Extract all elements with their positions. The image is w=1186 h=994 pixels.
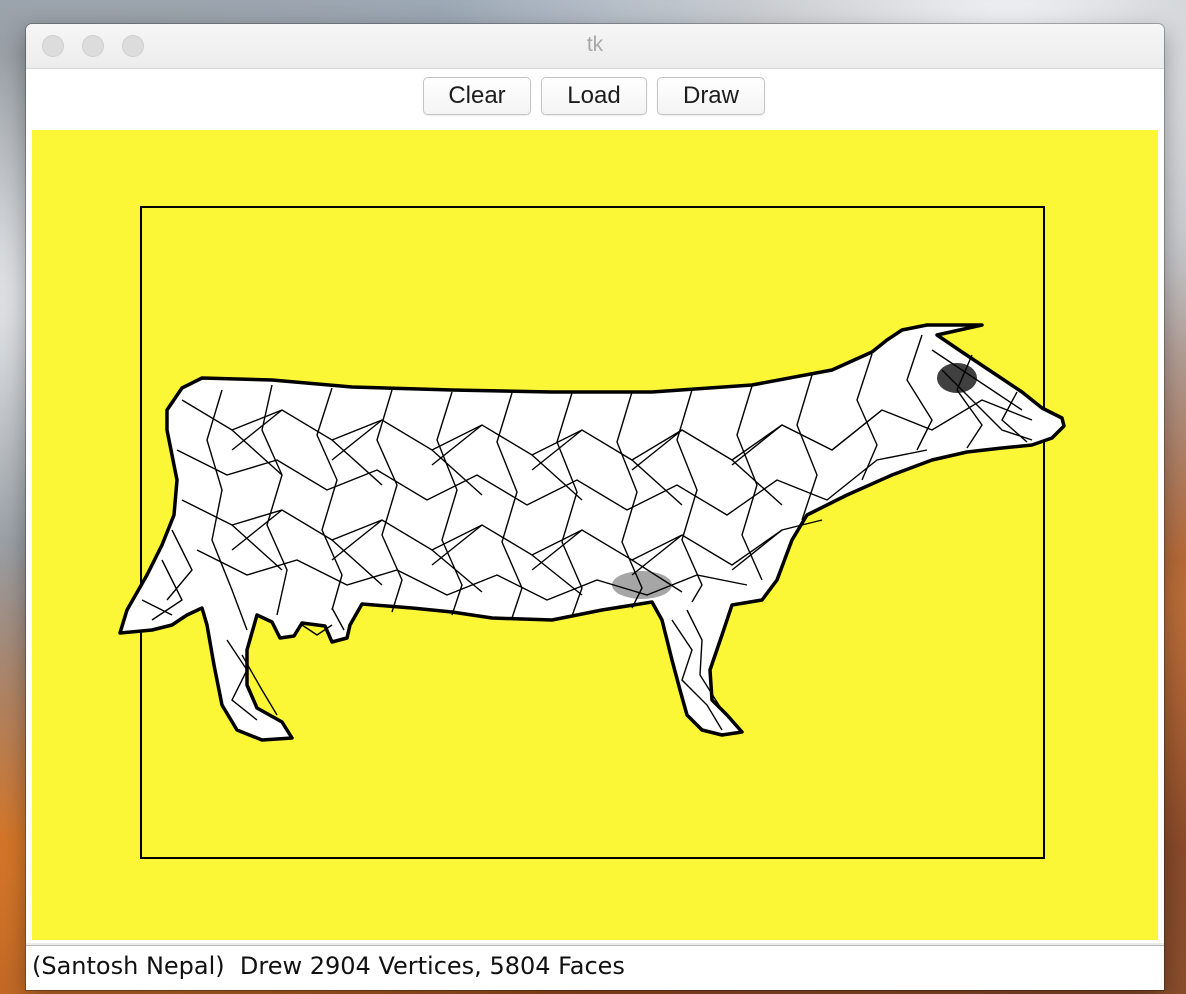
- canvas-container: [26, 125, 1164, 943]
- title-bar[interactable]: tk: [26, 24, 1164, 69]
- status-text: (Santosh Nepal) Drew 2904 Vertices, 5804…: [32, 952, 625, 980]
- mesh-dense-hip: [612, 571, 672, 599]
- cow-wireframe: [118, 323, 1066, 742]
- draw-button[interactable]: Draw: [657, 77, 765, 115]
- toolbar: Clear Load Draw: [26, 69, 1164, 125]
- mesh-dense-head: [937, 363, 977, 393]
- app-window: tk Clear Load Draw (Santosh Nepal) Drew …: [26, 24, 1164, 990]
- load-button[interactable]: Load: [541, 77, 647, 115]
- canvas-drawing: [118, 206, 1066, 859]
- clear-button[interactable]: Clear: [423, 77, 531, 115]
- cow-body-silhouette: [118, 323, 1066, 742]
- status-bar: (Santosh Nepal) Drew 2904 Vertices, 5804…: [26, 945, 1164, 990]
- window-title: tk: [586, 33, 604, 56]
- drawing-canvas[interactable]: [32, 130, 1158, 940]
